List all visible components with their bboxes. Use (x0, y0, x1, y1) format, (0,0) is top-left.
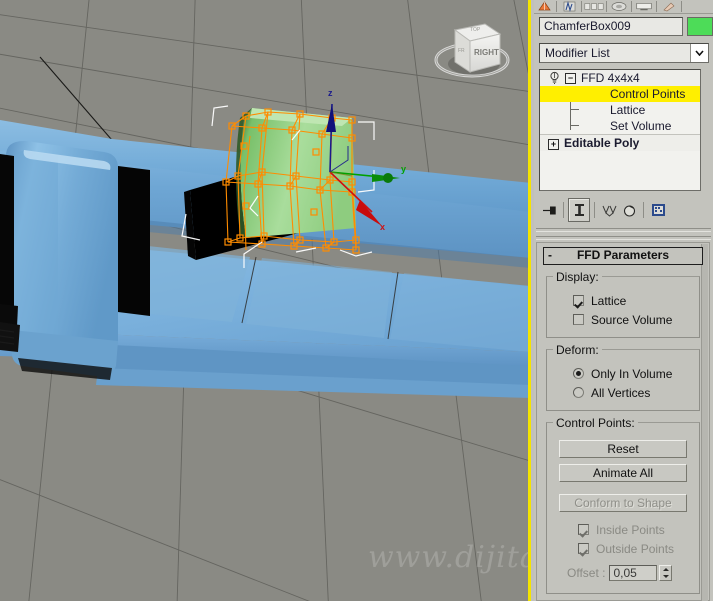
display-group: Display: Lattice Source Volume (546, 276, 700, 338)
offset-row: Offset : 0,05 (567, 565, 693, 581)
separator (536, 228, 711, 232)
viewport-perspective[interactable]: z y x (0, 0, 531, 601)
deform-group: Deform: Only In Volume All Vertices (546, 349, 700, 411)
viewport-render[interactable]: z y x (0, 0, 528, 601)
modifier-stack[interactable]: − FFD 4x4x4 Control Points Lattice Set V… (539, 69, 701, 191)
panel-scrollbar[interactable] (701, 244, 708, 601)
conform-to-shape-button: Conform to Shape (559, 494, 687, 512)
stack-item-label: FFD 4x4x4 (581, 70, 640, 86)
stack-subitem-label: Set Volume (610, 118, 671, 134)
object-color-swatch[interactable] (687, 17, 713, 36)
svg-text:FR: FR (458, 48, 465, 54)
control-points-group-label: Control Points: (553, 416, 638, 430)
modifier-stack-toolbar[interactable] (539, 197, 701, 223)
spinner-up-icon[interactable] (663, 568, 669, 571)
utilities-icon[interactable] (659, 1, 679, 13)
source-volume-label: Source Volume (591, 313, 672, 327)
offset-label: Offset : (567, 566, 605, 580)
divider (643, 202, 644, 218)
divider (656, 1, 657, 12)
stack-subitem-control-points[interactable]: Control Points (540, 86, 700, 102)
outside-points-checkbox-row: Outside Points (578, 539, 693, 558)
svg-text:RIGHT: RIGHT (474, 48, 499, 57)
animate-all-button[interactable]: Animate All (559, 464, 687, 482)
outside-points-label: Outside Points (596, 542, 674, 556)
all-vertices-label: All Vertices (591, 386, 650, 400)
chevron-down-icon[interactable] (690, 44, 708, 62)
rollout-title: FFD Parameters (577, 248, 669, 262)
divider (606, 1, 607, 12)
divider (556, 1, 557, 12)
lattice-label: Lattice (591, 294, 626, 308)
inside-points-label: Inside Points (596, 523, 665, 537)
hierarchy-icon[interactable] (584, 1, 604, 13)
collapse-toggle[interactable]: − (565, 73, 576, 84)
modifier-list-dropdown[interactable]: Modifier List (539, 43, 709, 63)
pin-stack-icon[interactable] (539, 199, 559, 221)
divider (594, 202, 595, 218)
lattice-checkbox[interactable] (573, 295, 584, 306)
rollout-collapse-glyph[interactable]: - (548, 248, 552, 262)
svg-text:y: y (401, 164, 406, 174)
offset-spinner[interactable] (659, 565, 672, 581)
stack-item-ffd[interactable]: − FFD 4x4x4 (540, 70, 700, 86)
ffd-parameters-rollout: - FFD Parameters Display: Lattice Source… (536, 242, 710, 601)
rollout-header[interactable]: - FFD Parameters (543, 247, 703, 265)
divider (581, 1, 582, 12)
show-end-result-icon[interactable] (568, 198, 590, 222)
reset-button[interactable]: Reset (559, 440, 687, 458)
control-points-group: Control Points: Reset Animate All Confor… (546, 422, 700, 594)
offset-input[interactable]: 0,05 (609, 565, 657, 581)
only-in-volume-label: Only In Volume (591, 367, 672, 381)
spinner-down-icon[interactable] (663, 575, 669, 578)
display-icon[interactable] (634, 1, 654, 13)
motion-icon[interactable] (609, 1, 629, 13)
divider (681, 1, 682, 12)
stack-subitem-set-volume[interactable]: Set Volume (540, 118, 700, 134)
svg-text:z: z (328, 88, 333, 98)
all-vertices-radio-row[interactable]: All Vertices (573, 383, 693, 402)
expand-toggle[interactable]: + (548, 139, 559, 150)
stack-subitem-label: Control Points (610, 86, 685, 102)
display-group-label: Display: (553, 270, 602, 284)
create-icon[interactable] (534, 1, 554, 13)
outside-points-checkbox (578, 543, 589, 554)
stack-subitem-lattice[interactable]: Lattice (540, 102, 700, 118)
application-window: z y x (0, 0, 713, 601)
stack-subitem-label: Lattice (610, 102, 645, 118)
deform-group-label: Deform: (553, 343, 602, 357)
inside-points-checkbox (578, 524, 589, 535)
modifier-list-label: Modifier List (545, 46, 610, 60)
only-in-volume-radio[interactable] (573, 368, 584, 379)
object-name-row: ChamferBox009 (539, 17, 709, 36)
stack-item-editable-poly[interactable]: + Editable Poly (540, 134, 700, 151)
command-panel-tabs[interactable] (534, 0, 713, 14)
inside-points-checkbox-row: Inside Points (578, 520, 693, 539)
make-unique-icon[interactable] (599, 199, 619, 221)
object-name-field[interactable]: ChamferBox009 (539, 17, 683, 36)
all-vertices-radio[interactable] (573, 387, 584, 398)
light-bulb-icon[interactable] (548, 71, 561, 85)
remove-modifier-icon[interactable] (619, 199, 639, 221)
source-volume-checkbox[interactable] (573, 314, 584, 325)
svg-text:TOP: TOP (470, 27, 481, 33)
viewport-scene: z y x (0, 0, 528, 601)
svg-text:x: x (380, 222, 385, 232)
configure-modifier-sets-icon[interactable] (648, 199, 668, 221)
source-volume-checkbox-row[interactable]: Source Volume (573, 310, 693, 329)
modify-icon[interactable] (559, 1, 579, 13)
separator (536, 236, 711, 240)
stack-item-label: Editable Poly (564, 135, 639, 151)
only-in-volume-radio-row[interactable]: Only In Volume (573, 364, 693, 383)
lattice-checkbox-row[interactable]: Lattice (573, 291, 693, 310)
divider (563, 202, 564, 218)
divider (631, 1, 632, 12)
